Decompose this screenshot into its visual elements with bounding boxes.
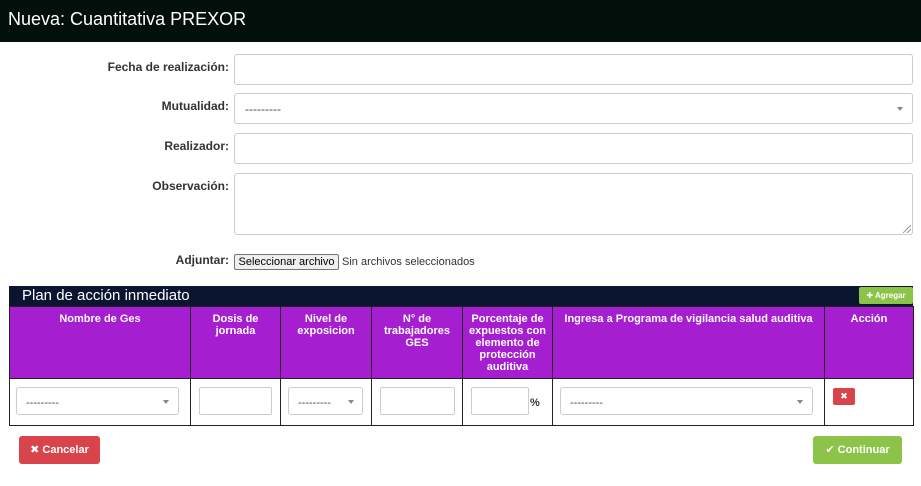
add-row-button[interactable]: ✚ Agregar [859, 287, 913, 304]
table-row: --------- --------- % --------- ✖ [9, 378, 914, 426]
cell-nombre-ges: --------- [9, 378, 191, 426]
resize-handle-icon[interactable] [903, 225, 911, 233]
column-header-nombre-ges: Nombre de Ges [9, 306, 191, 379]
mutualidad-selected-value: --------- [245, 102, 281, 116]
ges-select[interactable]: --------- [16, 387, 179, 415]
chevron-down-icon [348, 400, 354, 404]
column-header-programa: Ingresa a Programa de vigilancia salud a… [552, 306, 825, 379]
cell-dosis [190, 378, 281, 426]
chevron-down-icon [897, 107, 903, 111]
column-header-porcentaje: Porcentaje de expuestos con elemento de … [462, 306, 553, 379]
column-header-nivel: Nivel de exposicion [280, 306, 372, 379]
observacion-label: Observación: [152, 179, 229, 193]
cell-trabajadores [371, 378, 463, 426]
realizador-label: Realizador: [164, 139, 229, 153]
table-header-row: Nombre de Ges Dosis de jornada Nivel de … [9, 306, 914, 379]
trabajadores-input[interactable] [380, 387, 455, 415]
plan-title: Plan de acción inmediato [22, 287, 190, 304]
mutualidad-select[interactable]: --------- [234, 93, 913, 124]
adjuntar-label: Adjuntar: [175, 253, 229, 267]
times-icon: ✖ [30, 444, 40, 456]
cell-nivel: --------- [280, 378, 372, 426]
nivel-select[interactable]: --------- [288, 387, 363, 415]
fecha-input[interactable] [234, 54, 913, 85]
programa-select[interactable]: --------- [560, 387, 813, 415]
cell-porcentaje: % [462, 378, 553, 426]
cell-accion: ✖ [824, 378, 914, 426]
cancel-button[interactable]: ✖ Cancelar [19, 436, 100, 464]
file-status-text: Sin archivos seleccionados [342, 256, 475, 268]
observacion-textarea[interactable] [234, 173, 913, 235]
cell-programa: --------- [552, 378, 825, 426]
dosis-input[interactable] [199, 387, 272, 415]
times-icon: ✖ [840, 391, 848, 401]
mutualidad-label: Mutualidad: [161, 99, 229, 113]
page-header: Nueva: Cuantitativa PREXOR [0, 0, 921, 42]
realizador-input[interactable] [234, 133, 913, 164]
fecha-label: Fecha de realización: [107, 60, 229, 74]
plus-icon: ✚ [866, 291, 874, 300]
column-header-trabajadores: N° de trabajadores GES [371, 306, 463, 379]
column-header-accion: Acción [824, 306, 914, 379]
delete-row-button[interactable]: ✖ [833, 388, 855, 405]
plan-section-header: Plan de acción inmediato [9, 286, 913, 306]
porcentaje-input[interactable] [471, 387, 529, 415]
chevron-down-icon [163, 400, 169, 404]
check-icon: ✔ [825, 444, 835, 456]
column-header-dosis: Dosis de jornada [190, 306, 281, 379]
page-title: Nueva: Cuantitativa PREXOR [8, 9, 247, 29]
continue-button[interactable]: ✔ Continuar [813, 436, 902, 464]
file-select-button[interactable]: Seleccionar archivo [234, 254, 339, 270]
percent-symbol: % [530, 397, 540, 409]
plan-table: Nombre de Ges Dosis de jornada Nivel de … [9, 306, 914, 426]
chevron-down-icon [797, 400, 803, 404]
